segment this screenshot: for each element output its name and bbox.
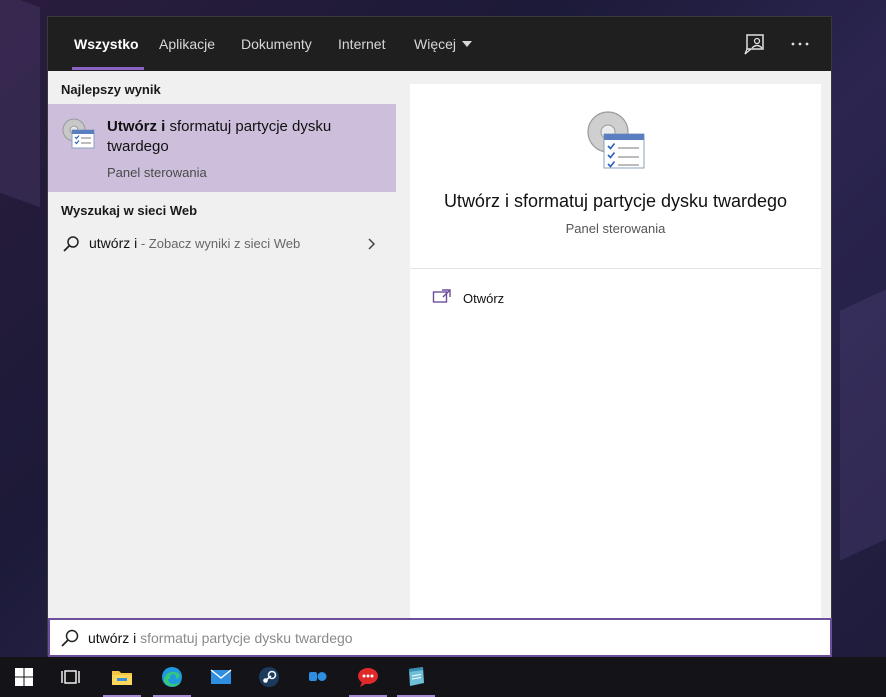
open-action-label: Otwórz (463, 291, 505, 306)
search-icon (60, 628, 80, 648)
search-window: Wszystko Aplikacje Dokumenty Internet Wi… (47, 16, 832, 656)
web-search-result[interactable]: utwórz i - Zobacz wyniki z sieci Web (48, 227, 396, 263)
best-match-result[interactable]: Utwórz i sformatuj partycje dysku twarde… (48, 104, 396, 192)
app-bluebird-icon[interactable] (294, 657, 342, 697)
tab-all[interactable]: Wszystko (74, 17, 139, 71)
file-explorer-icon[interactable] (98, 657, 146, 697)
edge-browser-icon[interactable] (148, 657, 196, 697)
mail-icon[interactable] (197, 657, 245, 697)
feedback-icon[interactable] (743, 31, 769, 57)
best-match-title-match: Utwórz i (107, 118, 166, 135)
steam-icon[interactable] (245, 657, 293, 697)
tab-more-label: Więcej (414, 36, 457, 52)
wallpaper-shard (840, 289, 886, 561)
web-search-query: utwórz i (89, 235, 138, 251)
web-search-text: utwórz i - Zobacz wyniki z sieci Web (89, 235, 300, 251)
notepad-app-icon[interactable] (392, 657, 440, 697)
more-options-icon[interactable] (787, 31, 813, 57)
filter-tab-bar: Wszystko Aplikacje Dokumenty Internet Wi… (48, 17, 831, 71)
tab-apps[interactable]: Aplikacje (159, 17, 215, 71)
web-search-heading: Wyszukaj w sieci Web (61, 203, 198, 218)
search-input[interactable]: utwórz i sformatuj partycje dysku twarde… (48, 618, 832, 657)
detail-divider (410, 268, 821, 269)
task-view-icon[interactable] (48, 657, 96, 697)
caret-down-icon (462, 41, 473, 48)
control-panel-icon (60, 116, 96, 152)
detail-subtitle: Panel sterowania (565, 221, 666, 236)
tab-web[interactable]: Internet (338, 17, 385, 71)
active-tab-indicator (72, 67, 144, 70)
wallpaper-shard (0, 0, 40, 208)
search-autocomplete-text: sformatuj partycje dysku twardego (136, 630, 353, 646)
chevron-right-icon[interactable] (366, 237, 378, 251)
chat-app-icon[interactable] (344, 657, 392, 697)
control-panel-large-icon (584, 106, 648, 172)
tab-documents[interactable]: Dokumenty (241, 17, 312, 71)
result-detail-panel: Utwórz i sformatuj partycje dysku twarde… (410, 84, 821, 619)
best-match-subtitle: Panel sterowania (107, 165, 207, 180)
best-match-heading: Najlepszy wynik (61, 82, 161, 97)
tab-more[interactable]: Więcej (414, 17, 473, 71)
search-icon (62, 235, 80, 253)
search-input-text: utwórz i sformatuj partycje dysku twarde… (88, 630, 353, 646)
taskbar (0, 657, 886, 697)
detail-title: Utwórz i sformatuj partycje dysku twarde… (443, 191, 788, 211)
results-list: Najlepszy wynik Utwórz i sformatuj party… (48, 71, 396, 619)
windows-start-icon[interactable] (0, 657, 48, 697)
search-typed-text: utwórz i (88, 630, 137, 646)
open-icon (432, 288, 452, 304)
best-match-title: Utwórz i sformatuj partycje dysku twarde… (107, 117, 347, 157)
web-search-hint: - Zobacz wyniki z sieci Web (137, 236, 301, 251)
